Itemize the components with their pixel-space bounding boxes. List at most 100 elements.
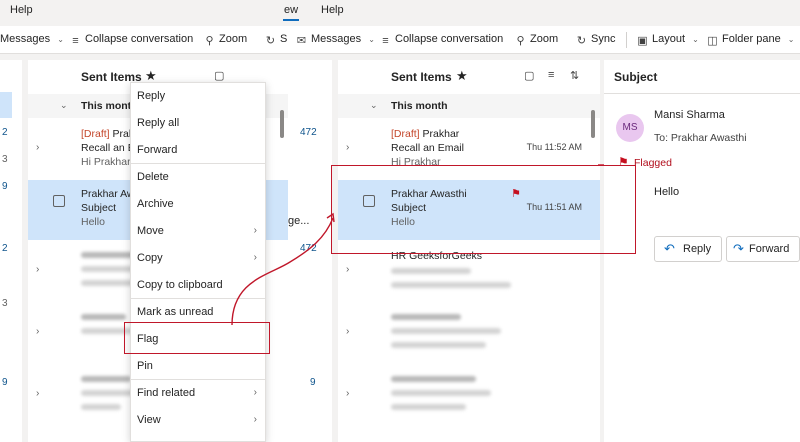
chevron-right-icon[interactable]: › — [346, 388, 349, 399]
zoom-button[interactable]: ⚲ Zoom — [204, 33, 247, 47]
collapse-icon: ≡ — [72, 35, 79, 47]
menu-item-copy[interactable]: Copy › — [131, 245, 265, 272]
blurred-text — [391, 390, 491, 396]
menu-item-copy-to-clipboard[interactable]: Copy to clipboard — [131, 272, 265, 299]
folder-count: 2 — [2, 243, 8, 254]
truncated-text: ge... — [288, 215, 310, 227]
select-icon[interactable]: ▢ — [214, 69, 224, 82]
chevron-right-icon: › — [253, 387, 257, 398]
menu-item-label: Reply — [137, 90, 166, 102]
reply-icon: ↶ — [664, 241, 675, 256]
menu-item-label: Copy to clipboard — [137, 279, 223, 291]
draft-tag: [Draft] — [81, 128, 110, 140]
chevron-down-icon: ⌄ — [692, 35, 699, 44]
list-header: Sent Items ★ ▢ ≡ ⇅ — [338, 60, 600, 92]
messages-dropdown[interactable]: Messages ⌄ — [0, 33, 64, 45]
menu-item-find-related[interactable]: Find related › — [131, 380, 265, 407]
menu-item-label: Mark as unread — [137, 306, 214, 318]
chevron-right-icon[interactable]: › — [346, 142, 349, 153]
folder-pane-dropdown[interactable]: ◫ Folder pane ⌄ — [707, 33, 794, 47]
blurred-text — [391, 314, 461, 320]
folder-count: 3 — [2, 154, 8, 165]
menu-item-label: Pin — [137, 360, 153, 372]
sync-label-2: Sync — [591, 33, 616, 45]
blurred-text — [391, 404, 466, 410]
layout-dropdown[interactable]: ▣ Layout ⌄ — [637, 33, 699, 47]
forward-button[interactable]: ↷ Forward — [726, 236, 800, 262]
sync-label: S — [280, 33, 288, 45]
email-body: Hello — [654, 186, 680, 198]
menu-item-label: Archive — [137, 198, 174, 210]
menu-item-label: View — [137, 414, 161, 426]
chevron-down-icon: ⌄ — [60, 100, 68, 110]
zoom-icon: ⚲ — [516, 35, 525, 47]
folder-count: 2 — [2, 127, 8, 138]
subject: Recall an Email — [391, 142, 464, 154]
message-item-blurred[interactable]: › — [338, 304, 600, 364]
zoom-button-2[interactable]: ⚲ Zoom — [515, 33, 558, 47]
blurred-text — [391, 268, 471, 274]
menu-item-label: Find related — [137, 387, 196, 399]
view-tab-underline — [283, 19, 299, 21]
chevron-right-icon[interactable]: › — [36, 326, 39, 337]
group-header[interactable]: ⌄ This month — [338, 94, 600, 118]
folder-count: 9 — [310, 377, 316, 388]
menu-help[interactable]: Help — [10, 4, 33, 16]
blurred-text — [81, 376, 131, 382]
sync-icon: ↻ — [265, 35, 276, 47]
filter-icon[interactable]: ≡ — [548, 69, 554, 81]
chevron-right-icon[interactable]: › — [346, 264, 349, 275]
menu-view[interactable]: ew — [284, 4, 298, 16]
chevron-right-icon[interactable]: › — [346, 326, 349, 337]
layout-icon: ▣ — [637, 35, 648, 47]
collapse-label-2: Collapse conversation — [395, 33, 504, 45]
preview: Hello — [81, 216, 105, 228]
collapse-conversation-button-2[interactable]: ≡ Collapse conversation — [380, 33, 503, 47]
reply-label: Reply — [683, 243, 712, 255]
menu-item-label: Move — [137, 225, 164, 237]
collapse-conversation-button[interactable]: ≡ Collapse conversation — [70, 33, 193, 47]
chevron-right-icon: › — [253, 414, 257, 425]
menu-item-label: Copy — [137, 252, 163, 264]
context-menu: Reply Reply all Forward Delete Archive M… — [130, 82, 266, 442]
sync-button[interactable]: ↻ S — [265, 33, 287, 47]
timestamp: Thu 11:52 AM — [526, 142, 582, 152]
ribbon-toolbar: Messages ⌄ ≡ Collapse conversation ⚲ Zoom … — [0, 26, 800, 54]
blurred-text — [81, 280, 136, 286]
menu-item-pin[interactable]: Pin — [131, 353, 265, 380]
chevron-right-icon[interactable]: › — [36, 264, 39, 275]
menu-item-reply-all[interactable]: Reply all — [131, 110, 265, 137]
forward-icon: ↷ — [733, 241, 744, 256]
preview: Hi Prakhar — [81, 156, 131, 168]
reply-button[interactable]: ↶ Reply — [654, 236, 722, 262]
messages-dropdown-2[interactable]: ✉ Messages ⌄ — [296, 33, 375, 47]
select-icon[interactable]: ▢ — [524, 69, 534, 82]
chevron-right-icon: › — [253, 252, 257, 263]
select-checkbox[interactable] — [53, 195, 65, 207]
menu-item-label: Reply all — [137, 117, 180, 129]
star-icon[interactable]: ★ — [456, 68, 468, 84]
scrollbar-thumb[interactable] — [591, 110, 595, 138]
chevron-right-icon[interactable]: › — [36, 388, 39, 399]
collapse-icon: ≡ — [382, 35, 389, 47]
message-item-blurred[interactable]: › — [338, 366, 600, 426]
folder-count: 9 — [2, 377, 8, 388]
recipient: To: Prakhar Awasthi — [654, 132, 747, 144]
menu-item-view[interactable]: View › — [131, 407, 265, 434]
group-label: This month — [391, 100, 448, 112]
zoom-label-2: Zoom — [530, 33, 559, 45]
scrollbar-thumb[interactable] — [280, 110, 284, 138]
chevron-down-icon: ⌄ — [370, 100, 378, 110]
sender: Prakhar — [422, 128, 460, 140]
folder-selected-edge — [0, 92, 12, 118]
menu-item-delete[interactable]: Delete — [131, 164, 265, 191]
sort-icon[interactable]: ⇅ — [570, 69, 579, 82]
menu-item-archive[interactable]: Archive — [131, 191, 265, 218]
menu-item-move[interactable]: Move › — [131, 218, 265, 245]
menu-item-forward[interactable]: Forward — [131, 137, 265, 164]
chevron-right-icon[interactable]: › — [36, 142, 39, 153]
sync-button-2[interactable]: ↻ Sync — [576, 33, 616, 47]
menu-help-2[interactable]: Help — [321, 4, 344, 16]
menu-item-reply[interactable]: Reply — [131, 83, 265, 110]
messages-label-2: Messages — [311, 33, 362, 45]
